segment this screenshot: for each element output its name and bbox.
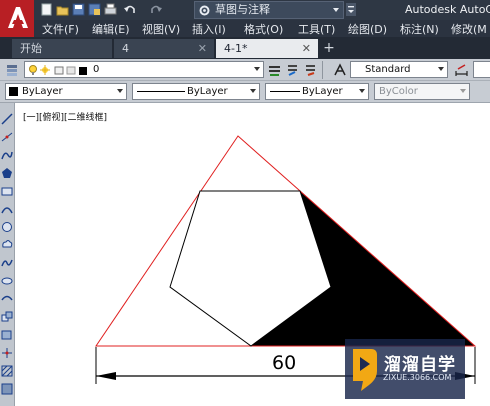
watermark-name: 溜溜自学	[384, 355, 456, 375]
dimension-text: 60	[272, 352, 297, 374]
watermark-url: ZIXUE.3066.COM	[383, 373, 452, 382]
watermark-logo-icon	[353, 349, 377, 391]
